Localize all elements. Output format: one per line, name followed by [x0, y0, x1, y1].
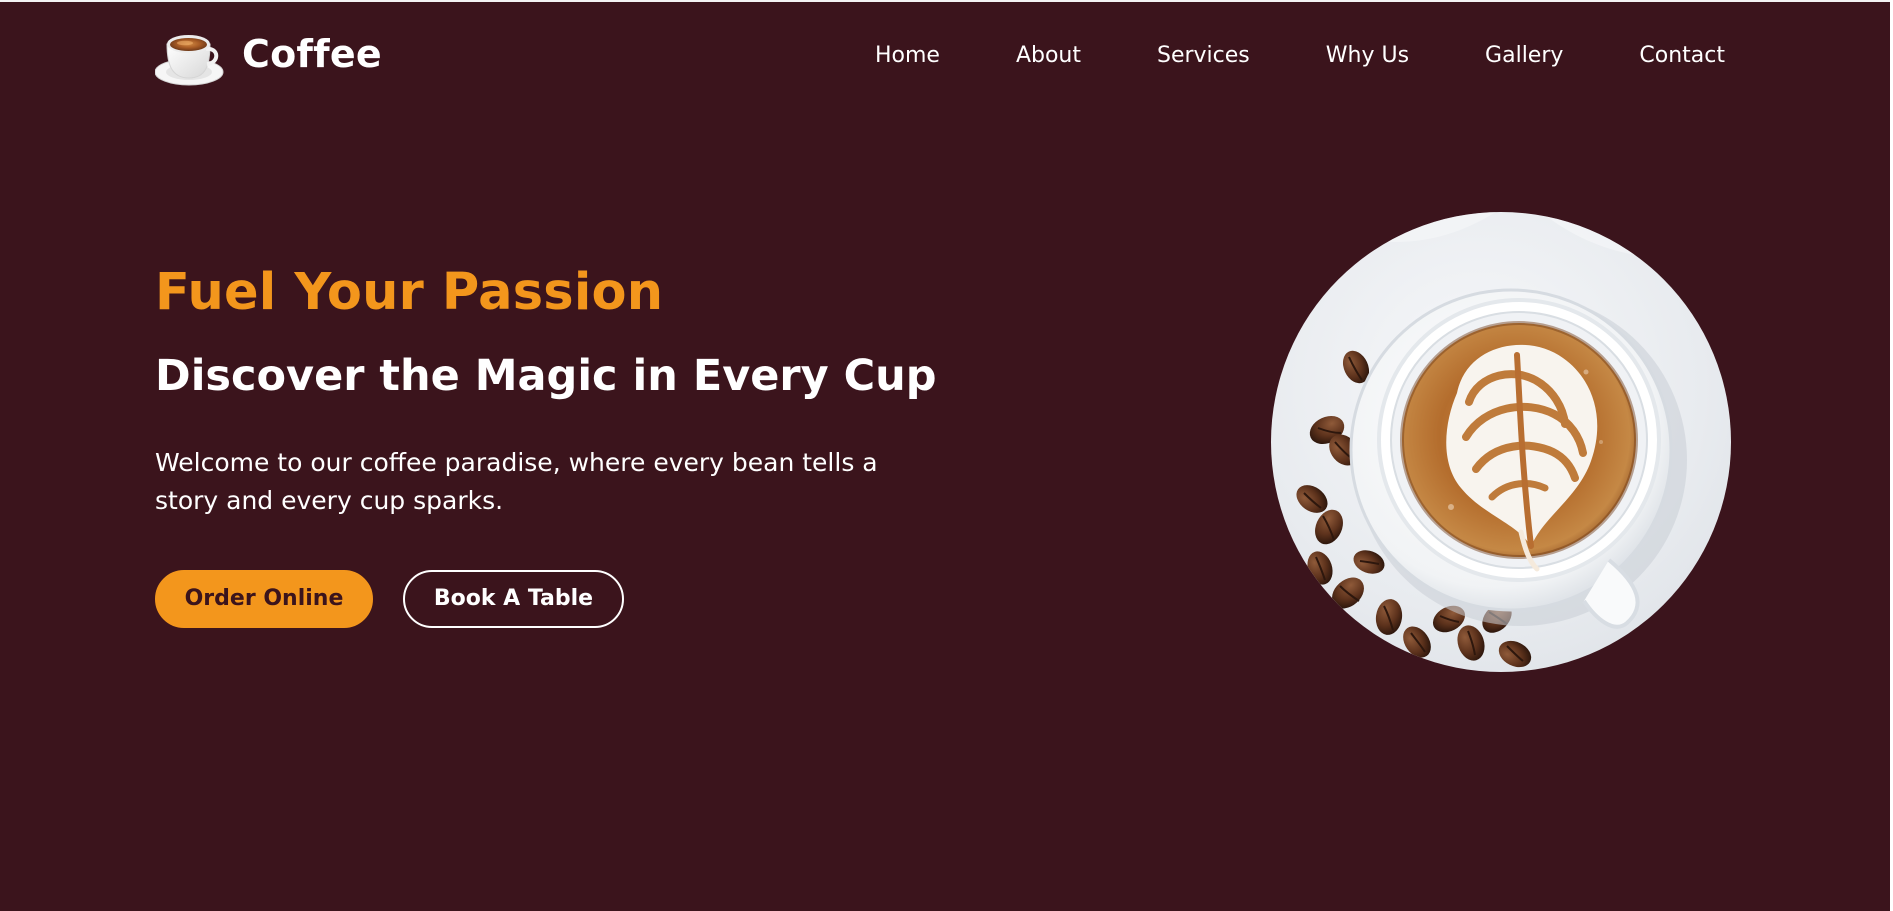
nav-link-about[interactable]: About — [1016, 39, 1081, 73]
hero-tagline: Fuel Your Passion — [155, 263, 664, 322]
page: Coffee Home About Services Why Us Galler… — [0, 0, 1893, 911]
nav-item-about: About — [1016, 39, 1081, 73]
nav-link-gallery[interactable]: Gallery — [1485, 39, 1563, 73]
latte-art-coffee-cup-image — [1271, 212, 1731, 672]
nav-link-services[interactable]: Services — [1157, 39, 1250, 73]
nav-item-contact: Contact — [1639, 39, 1725, 73]
nav-link-home[interactable]: Home — [875, 39, 940, 73]
brand-link[interactable]: Coffee — [155, 24, 382, 88]
nav-links: Home About Services Why Us Gallery Conta… — [875, 24, 1725, 88]
nav-link-contact[interactable]: Contact — [1639, 39, 1725, 73]
brand-name: Coffee — [242, 32, 382, 76]
hero-buttons: Order Online Book A Table — [155, 570, 624, 628]
nav-item-services: Services — [1157, 39, 1250, 73]
nav-item-home: Home — [875, 39, 940, 73]
book-table-button[interactable]: Book A Table — [403, 570, 624, 628]
order-online-button[interactable]: Order Online — [155, 570, 373, 628]
coffee-cup-icon — [155, 35, 224, 86]
nav-item-why-us: Why Us — [1326, 39, 1409, 73]
hero-description: Welcome to our coffee paradise, where ev… — [155, 448, 878, 515]
nav-link-why-us[interactable]: Why Us — [1326, 39, 1409, 73]
top-border — [0, 0, 1893, 2]
nav-item-gallery: Gallery — [1485, 39, 1563, 73]
hero-section: Fuel Your Passion Discover the Magic in … — [155, 180, 1735, 700]
hero-title: Discover the Magic in Every Cup — [155, 351, 937, 401]
navbar: Coffee Home About Services Why Us Galler… — [155, 24, 1725, 88]
hero-image — [1271, 212, 1731, 672]
